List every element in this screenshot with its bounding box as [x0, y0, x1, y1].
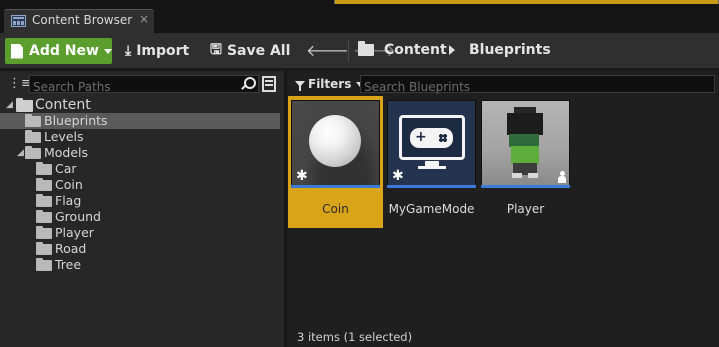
tree-item-label: Flag — [55, 193, 82, 208]
tree-item-label: Car — [55, 161, 77, 176]
search-icon[interactable] — [240, 76, 256, 91]
search-blueprints-input[interactable] — [361, 79, 714, 95]
sources-panel: ⋮≡ ◢ ContentBlueprintsLevels ◢ ModelsCarCoi… — [0, 71, 284, 347]
tab-strip: Content Browser × — [0, 0, 719, 33]
asset-tile-coin[interactable]: ✱ Coin — [288, 96, 383, 228]
tree-item-label: Tree — [55, 257, 82, 272]
tree-item-label: Player — [55, 225, 94, 240]
folder-icon — [358, 41, 374, 56]
add-new-label: Add New — [29, 43, 99, 59]
tab-content-browser[interactable]: Content Browser × — [4, 9, 154, 33]
content-browser-icon — [11, 15, 26, 27]
import-icon: ⤓ — [125, 43, 132, 59]
blueprint-type-bar — [291, 185, 380, 188]
import-label: Import — [136, 43, 190, 59]
search-paths-field[interactable] — [29, 75, 259, 95]
toggle-sources-icon[interactable]: ⋮≡ — [8, 76, 32, 92]
tree-item-flag[interactable]: Flag — [0, 193, 280, 209]
asset-view: Filters ✱ Coin ✱ MyGameMode — [287, 71, 719, 347]
folder-icon — [25, 130, 41, 143]
new-document-icon — [11, 43, 23, 59]
chevron-down-icon — [103, 48, 112, 54]
asset-thumbnail: ✱ — [291, 100, 380, 186]
close-tab-icon[interactable]: × — [139, 12, 149, 26]
tree-item-content[interactable]: ◢ Content — [0, 97, 280, 113]
folder-icon — [36, 162, 52, 175]
folder-icon — [25, 146, 41, 159]
expand-arrow-icon[interactable]: ◢ — [17, 148, 24, 158]
expand-arrow-icon[interactable]: ◢ — [6, 100, 13, 110]
filters-button[interactable]: Filters — [295, 75, 365, 93]
folder-icon — [36, 242, 52, 255]
folder-icon — [36, 210, 52, 223]
tree-item-label: Ground — [55, 209, 101, 224]
sphere-thumbnail — [309, 115, 361, 167]
filter-icon — [295, 81, 305, 91]
blueprint-type-bar — [387, 185, 476, 188]
asset-thumbnail: ✱ — [387, 100, 476, 186]
asset-name: Coin — [322, 202, 349, 216]
tree-item-road[interactable]: Road — [0, 241, 280, 257]
breadcrumb-blueprints[interactable]: Blueprints — [469, 42, 551, 58]
folder-icon — [36, 258, 52, 271]
tree-item-label: Models — [44, 145, 89, 160]
breadcrumb-content[interactable]: Content — [384, 42, 447, 58]
tree-item-car[interactable]: Car — [0, 161, 280, 177]
save-icon: 🖫 — [210, 42, 222, 58]
tree-item-tree[interactable]: Tree — [0, 257, 280, 273]
toolbar: Add New ⤓ Import 🖫 Save All 🡐🡒 Content B… — [0, 33, 719, 68]
tree-item-label: Content — [35, 97, 91, 113]
arrow-left-icon[interactable]: 🡐 — [306, 41, 353, 60]
tree-item-label: Road — [55, 241, 87, 256]
tab-title: Content Browser — [32, 13, 133, 27]
folder-icon — [36, 178, 52, 191]
filters-label: Filters — [308, 77, 352, 91]
pawn-icon — [558, 171, 566, 183]
tree-item-label: Blueprints — [44, 113, 108, 128]
asset-name: Player — [506, 202, 545, 216]
save-all-button[interactable]: 🖫 Save All — [210, 38, 290, 64]
asset-tile-mygamemode[interactable]: ✱ MyGameMode — [384, 96, 479, 228]
character-thumbnail — [507, 113, 543, 135]
folder-icon — [25, 114, 41, 127]
editor-top-bar — [334, 0, 719, 4]
tree-item-ground[interactable]: Ground — [0, 209, 280, 225]
import-button[interactable]: ⤓ Import — [125, 38, 189, 64]
add-new-button[interactable]: Add New — [5, 38, 112, 64]
tree-item-coin[interactable]: Coin — [0, 177, 280, 193]
item-count-status: 3 items (1 selected) — [297, 330, 413, 344]
asterisk-icon: ✱ — [392, 168, 404, 184]
asterisk-icon: ✱ — [296, 168, 308, 184]
tree-item-player[interactable]: Player — [0, 225, 280, 241]
chevron-right-icon[interactable] — [449, 45, 455, 55]
folder-icon — [16, 98, 33, 112]
toolbar-separator — [348, 40, 349, 62]
gamepad-icon — [410, 128, 453, 148]
asset-name: MyGameMode — [388, 202, 475, 216]
search-blueprints-field[interactable] — [360, 75, 715, 95]
tree-item-models[interactable]: ◢ Models — [0, 145, 280, 161]
folder-icon — [36, 194, 52, 207]
search-paths-input[interactable] — [30, 79, 258, 95]
save-all-label: Save All — [226, 43, 291, 59]
asset-tile-player[interactable]: Player — [478, 96, 573, 228]
tree-item-levels[interactable]: Levels — [0, 129, 280, 145]
asset-thumbnail — [481, 100, 570, 186]
tree-item-blueprints[interactable]: Blueprints — [0, 113, 280, 129]
tree-item-label: Levels — [44, 129, 84, 144]
folder-icon — [36, 226, 52, 239]
view-options-icon[interactable] — [262, 76, 276, 92]
blueprint-type-bar — [481, 185, 570, 188]
tree-item-label: Coin — [55, 177, 83, 192]
